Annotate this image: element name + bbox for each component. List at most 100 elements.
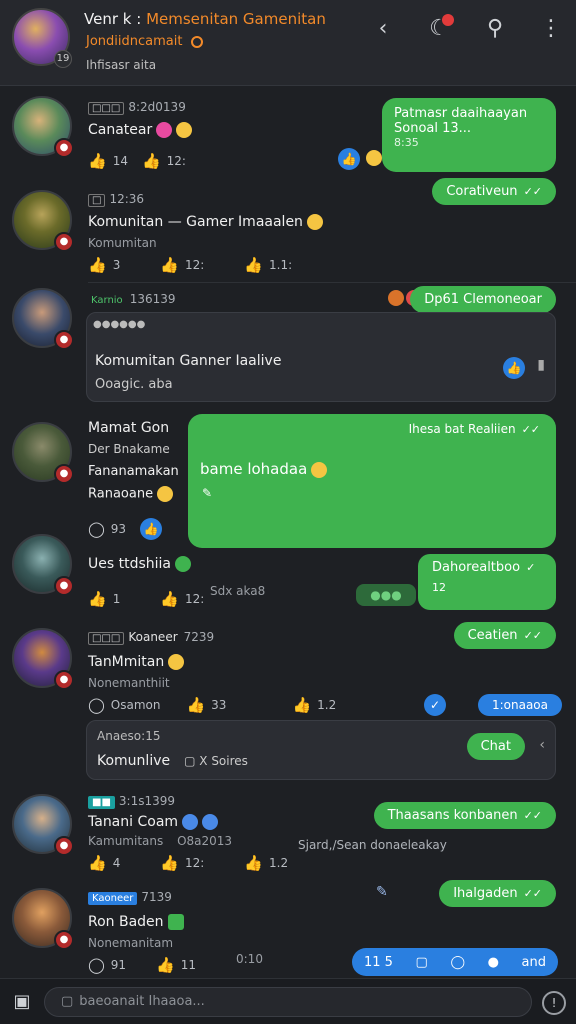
message-bubble[interactable]: Dahorealtboo ✓ 12 — [418, 554, 556, 610]
more-options-icon[interactable]: ⋮ — [536, 14, 566, 44]
avatar[interactable]: ● — [12, 534, 74, 596]
share-button[interactable]: 👍 1.1: — [244, 256, 292, 274]
reaction-button[interactable]: 👍 — [140, 518, 163, 540]
emoji-icon — [182, 814, 199, 830]
author-name: Tanani Coam — [88, 814, 179, 830]
reply-button[interactable]: ◯ 91 — [88, 956, 126, 974]
like-count: 33 — [211, 698, 227, 712]
like-button[interactable]: 👍 4 — [88, 854, 120, 872]
post-line: Ranaoane — [88, 486, 174, 502]
group-avatar[interactable]: 19 — [12, 8, 72, 68]
card-reactions: ●●●●●● — [93, 319, 146, 330]
emoji-icon — [311, 461, 328, 478]
post-actions: 👍 3 👍 12: 👍 1.1: — [88, 256, 292, 274]
avatar[interactable]: ● — [12, 888, 74, 950]
feed-item: ● Kaoneer 7139 Ron Baden Nonemanitam ◯ 91 … — [0, 880, 576, 976]
post-meta: □□□ Koaneer 7239 — [88, 630, 214, 645]
notification-icon[interactable]: ☾ — [424, 14, 454, 44]
reaction-group[interactable]: ●●● — [356, 584, 416, 606]
avatar[interactable]: ● — [12, 288, 74, 350]
chat-bubble-icon[interactable]: ◯ — [450, 955, 465, 970]
message-bubble[interactable]: Ihalgaden ✓✓ — [439, 880, 556, 907]
chat-button[interactable]: Chat — [466, 733, 525, 760]
like-button[interactable]: 👍 11 — [156, 956, 196, 974]
feed-item: ● ■■ 3:1s1399 Tanani Coam Kamumitans O8a2… — [0, 792, 576, 878]
post-meta: □□□ 8:2d0139 — [88, 100, 186, 115]
like-button[interactable]: 👍 33 — [186, 696, 226, 714]
avatar[interactable]: ● — [12, 794, 74, 856]
notification-dot-icon: ● — [54, 464, 74, 484]
more-icon[interactable]: ‹ — [539, 737, 545, 753]
post-author: Ues ttdshiia — [88, 556, 191, 572]
avatar[interactable]: ● — [12, 190, 74, 252]
edit-icon[interactable]: ✎ — [376, 884, 388, 900]
card-extra-text: X Soires — [199, 754, 248, 768]
like-button[interactable]: 👍 14 — [88, 152, 128, 170]
comment-button[interactable]: 👍 12: — [160, 854, 204, 872]
feed-item: ● Mamat Gon Der Bnakame Fananamakan Rana… — [0, 412, 576, 552]
message-bubble[interactable]: Ihesa bat Realiien ✓✓ bame lohadaa ✎ — [188, 414, 556, 548]
post-card[interactable]: ●●●●●● Komumitan Ganner Iaalive Ooagic. … — [86, 312, 556, 402]
like-count: 4 — [112, 856, 121, 870]
avatar[interactable]: ● — [12, 628, 74, 690]
comment-button[interactable]: 👍 12: — [142, 152, 186, 170]
post-subtitle: Nonemanthiit — [88, 676, 170, 690]
thumbs-up-icon: 👍 — [88, 854, 107, 872]
back-icon[interactable]: ‹ — [368, 14, 398, 44]
post-subtitle: Komumitan — [88, 236, 157, 250]
like-button[interactable]: 👍 1 — [88, 590, 120, 608]
message-bubble[interactable]: 1:onaaoa — [477, 694, 562, 716]
post-meta: Karnio 136139 — [88, 292, 176, 306]
feed-item: ● Ues ttdshiia 👍 1 👍 12: Sdx aka8 ●●● Daho… — [0, 534, 576, 622]
search-icon[interactable]: ⚲ — [480, 14, 510, 44]
like-button[interactable]: 👍 3 — [88, 256, 120, 274]
thumbs-up-icon: 👍 — [244, 256, 264, 274]
post-time: 7139 — [141, 890, 172, 904]
read-receipt-icon: ✓✓ — [523, 887, 542, 900]
thumbs-up-icon: 👍 — [292, 696, 312, 714]
action-bar-count: 11 5 — [364, 954, 393, 970]
comment-button[interactable]: 👍 12: — [160, 590, 204, 608]
share-button[interactable]: 👍 1.2 — [292, 696, 336, 714]
group-title[interactable]: Venr k : Memsenitan Gamenitan — [84, 10, 326, 28]
message-bubble[interactable]: Ceatien ✓✓ — [453, 622, 556, 649]
message-icon[interactable]: ● — [488, 955, 499, 970]
comment-button[interactable]: 👍 12: — [160, 256, 204, 274]
share-button[interactable]: 👍 1.2 — [244, 854, 288, 872]
read-receipt-icon: ✓✓ — [521, 423, 540, 436]
info-icon[interactable]: ! — [542, 991, 566, 1015]
reply-button[interactable]: ◯ Osamon — [88, 696, 160, 714]
post-author: Mamat Gon — [88, 420, 170, 436]
card-extra: ▢ X Soires — [184, 754, 248, 768]
camera-icon[interactable]: ▣ — [10, 991, 34, 1015]
message-bubble[interactable]: Patmasr daaihaayan Sonoal 13... 8:35 — [382, 98, 556, 172]
like-reaction-icon[interactable]: 👍 — [503, 357, 525, 379]
reaction-icon[interactable]: ✓ — [424, 694, 446, 716]
emoji-icon — [202, 814, 219, 830]
read-receipt-icon: ✓✓ — [523, 629, 542, 642]
reply-button[interactable]: ◯ 93 — [88, 520, 126, 538]
like-reaction-icon[interactable]: 👍 — [338, 148, 360, 170]
avatar[interactable]: ● — [12, 96, 74, 158]
attach-icon[interactable]: ▢ — [61, 994, 73, 1009]
post-author: Ron Baden — [88, 914, 184, 930]
action-bar[interactable]: 11 5 ▢ ◯ ● and — [352, 948, 558, 976]
comment-count: 12: — [185, 592, 205, 606]
post-card[interactable]: Anaeso:15 Komunlive ▢ X Soires Chat ‹ — [86, 720, 556, 780]
message-bubble[interactable]: Dp61 Clemoneoar — [410, 286, 556, 313]
message-input-placeholder: baeoanait Ihaaoa... — [79, 994, 205, 1009]
group-title-main: Venr k : — [84, 10, 142, 28]
message-input[interactable]: ▢ baeoanait Ihaaoa... — [44, 987, 532, 1017]
message-bubble[interactable]: Thaasans konbanen ✓✓ — [373, 802, 556, 829]
feed-item: ● □ 12:36 Komunitan — Gamer Imaaalen Komu… — [0, 188, 576, 280]
attachment-icon: ✎ — [202, 486, 213, 500]
more-icon[interactable]: ▮ — [537, 357, 545, 373]
post-tag: Kaoneer — [88, 892, 138, 905]
avatar[interactable]: ● — [12, 422, 74, 484]
comment-count: 12: — [185, 258, 205, 272]
post-line: Der Bnakame — [88, 442, 170, 456]
post-side-text: 0:10 — [236, 952, 263, 966]
square-icon[interactable]: ▢ — [416, 955, 428, 970]
post-author: Komunitan — Gamer Imaaalen — [88, 214, 323, 230]
message-text: Dahorealtboo ✓ — [432, 560, 542, 575]
